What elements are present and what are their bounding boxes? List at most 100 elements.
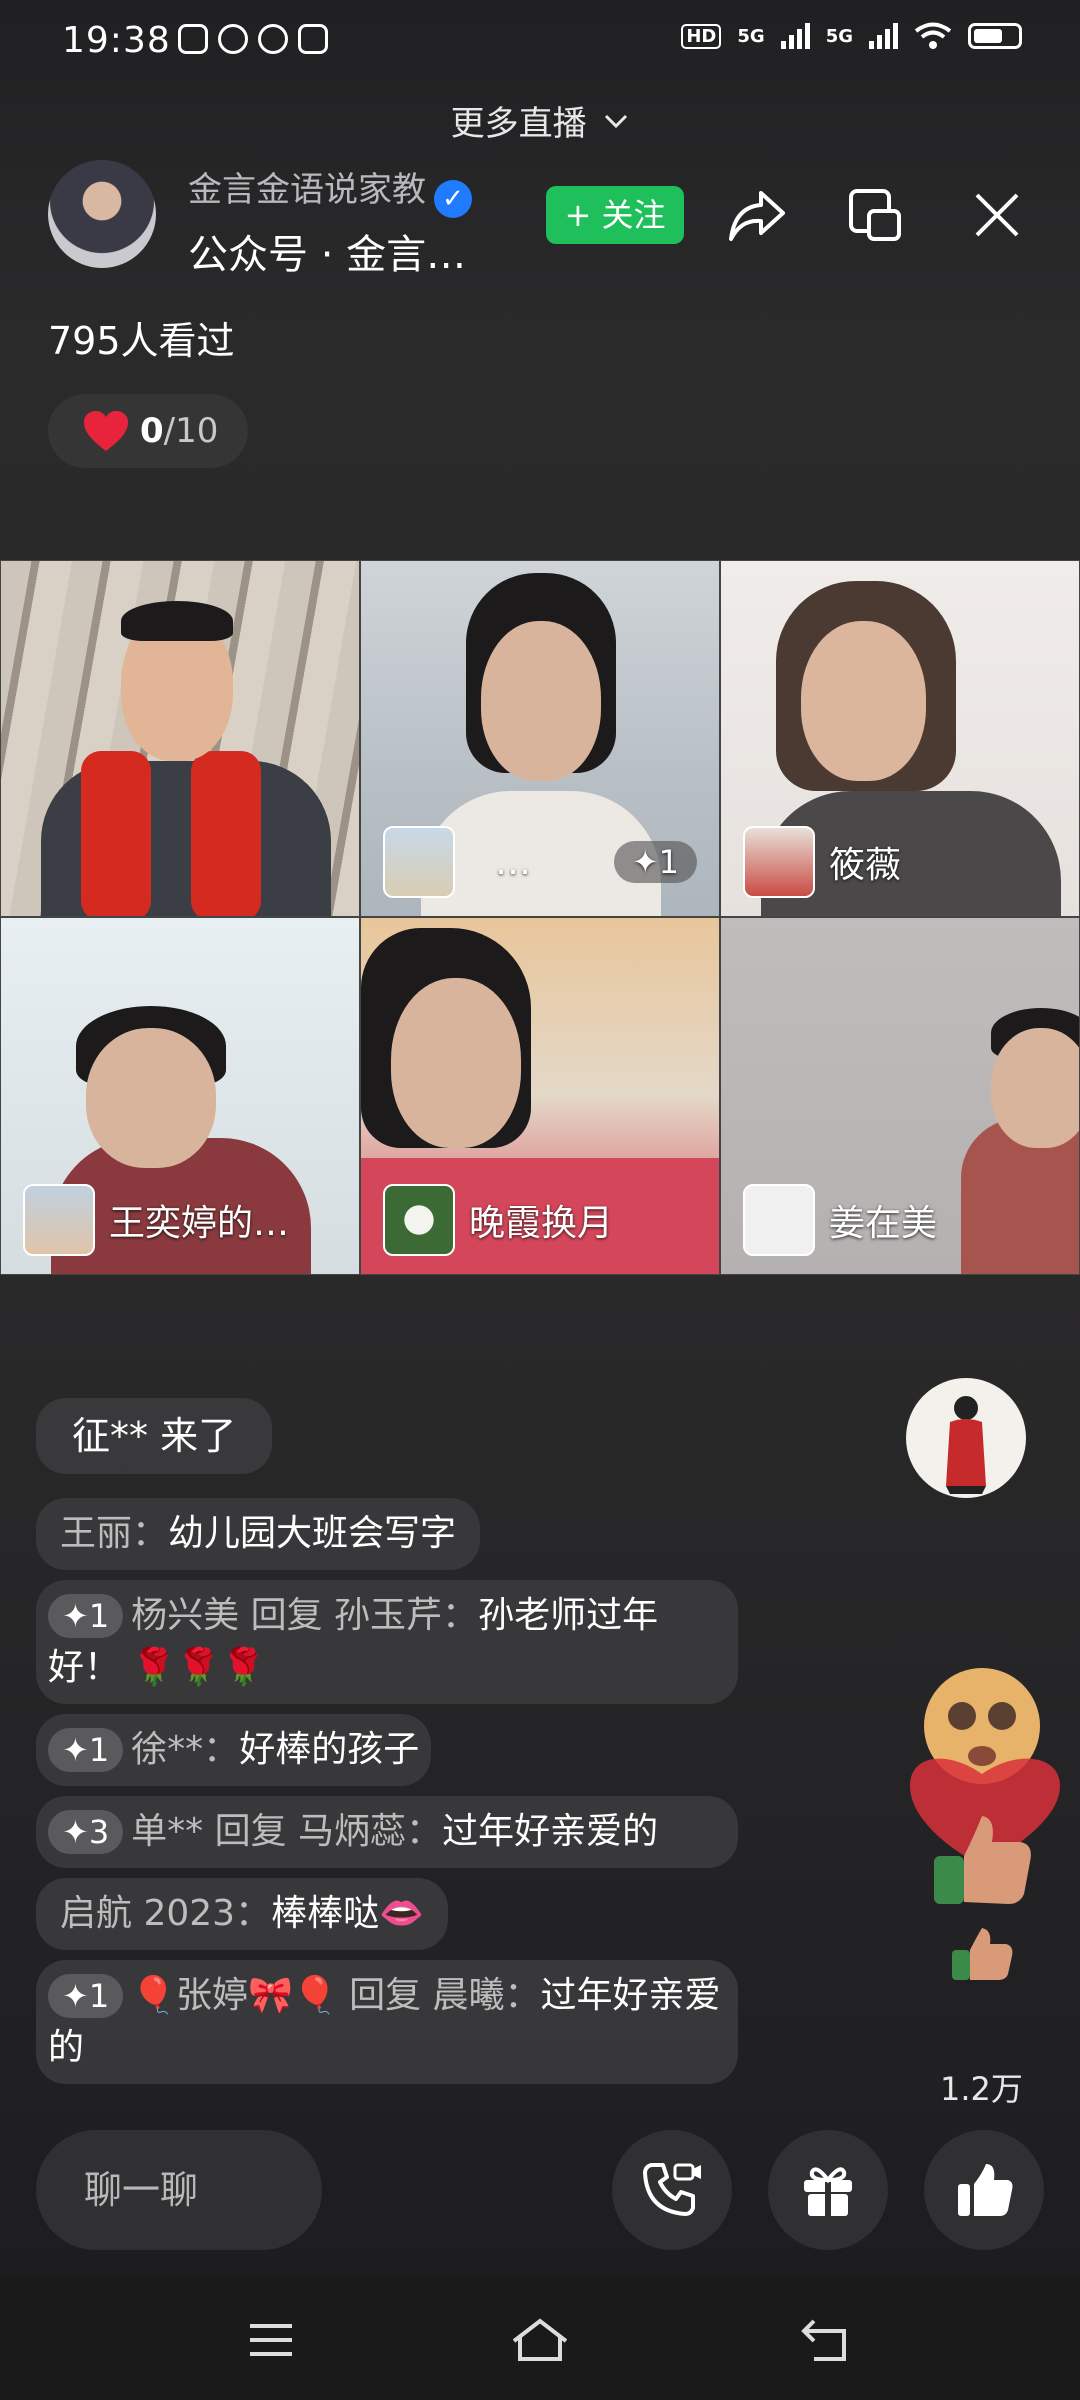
guest1-name: …: [495, 841, 531, 883]
guest4-label: 晚霞换月: [383, 1184, 613, 1256]
picture-in-picture-icon: [849, 189, 901, 241]
chat-message[interactable]: 启航 2023：棒棒哒👄: [36, 1878, 776, 1960]
guest2-face: [801, 621, 926, 781]
likes-progress[interactable]: 0/10: [48, 394, 248, 468]
video-tile-host[interactable]: [0, 560, 360, 917]
likes-total: /10: [163, 411, 219, 451]
heart-icon: [84, 411, 128, 451]
guest4-face: [391, 978, 521, 1148]
top-background: [0, 0, 1080, 560]
video-tile-guest-2[interactable]: 筱薇: [720, 560, 1080, 917]
host-subtitle: 公众号 · 金言…: [188, 232, 467, 278]
system-nav-bar: [0, 2275, 1080, 2400]
chat-nick: 启航 2023：: [60, 1893, 272, 1934]
close-button[interactable]: [962, 180, 1032, 250]
chat-input[interactable]: 聊一聊: [36, 2130, 322, 2250]
chat-nick: 徐**：: [131, 1729, 240, 1770]
wifi-icon: [914, 22, 952, 49]
chat-text: 过年好亲爱的: [442, 1811, 659, 1852]
join-notice-row: 征** 来了: [36, 1398, 776, 1484]
phone-video-icon: [643, 2163, 701, 2216]
chat-badge: ✦1: [48, 1728, 124, 1772]
back-icon: [801, 2319, 846, 2361]
red-scarf-right: [191, 751, 261, 916]
menu-nav-button[interactable]: [236, 2305, 306, 2375]
chat-text: 好棒的孩子: [239, 1729, 420, 1770]
more-live-dropdown[interactable]: 更多直播: [0, 96, 1080, 145]
video-call-button[interactable]: [612, 2130, 732, 2250]
like-animation-icon: [910, 1668, 1060, 1980]
guest2-mini-avatar: [743, 826, 815, 898]
host-avatar[interactable]: [48, 160, 156, 268]
guest4-mini-avatar: [383, 1184, 455, 1256]
viewer-avatar[interactable]: [906, 1378, 1026, 1498]
chat-text: 幼儿园大班会写字: [168, 1513, 457, 1554]
guest2-name: 筱薇: [829, 845, 902, 886]
browser-icon: [298, 24, 328, 54]
status-time: 19:38: [62, 20, 171, 61]
more-live-label: 更多直播: [450, 104, 587, 144]
chat-list[interactable]: 征** 来了 王丽：幼儿园大班会写字 ✦1 杨兴美 回复 孙玉芹：孙老师过年好！ …: [36, 1398, 776, 2094]
status-bar: 19:38 HD 5G 5G: [0, 0, 1080, 84]
video-tile-guest-1[interactable]: … ✦1: [360, 560, 720, 917]
chat-bubble: ✦3 单** 回复 马炳蕊：过年好亲爱的: [36, 1796, 738, 1868]
host-hair: [121, 601, 233, 641]
back-nav-button[interactable]: [790, 2305, 860, 2375]
chat-nick: 杨兴美 回复 孙玉芹：: [131, 1595, 479, 1636]
guest1-mini-avatar: [383, 826, 455, 898]
wechat-icon: [218, 24, 248, 54]
share-icon: [729, 191, 785, 241]
home-nav-button[interactable]: [505, 2305, 575, 2375]
video-app-icon: [258, 24, 288, 54]
guest3-name: 王奕婷的…: [109, 1203, 290, 1244]
chat-message[interactable]: ✦1 徐**：好棒的孩子: [36, 1714, 776, 1796]
likes-current: 0: [140, 411, 164, 451]
video-tile-guest-5[interactable]: 姜在美: [720, 917, 1080, 1275]
battery-icon: [968, 23, 1022, 49]
video-grid: … ✦1 筱薇 王奕婷的… 晚霞换月 姜在美: [0, 560, 1080, 1275]
gift-button[interactable]: [768, 2130, 888, 2250]
chat-text: 棒棒哒👄: [271, 1893, 424, 1934]
guest4-name: 晚霞换月: [469, 1203, 614, 1244]
chat-nick: 王丽：: [60, 1513, 169, 1554]
guest5-name: 姜在美: [829, 1203, 938, 1244]
guest5-face: [991, 1028, 1079, 1148]
thumbs-up-icon: [958, 2164, 1013, 2216]
chat-bubble: ✦1 徐**：好棒的孩子: [36, 1714, 432, 1786]
chat-bubble: ✦1 🎈张婷🎀🎈 回复 晨曦：过年好亲爱的: [36, 1960, 738, 2084]
net1-label: 5G: [737, 25, 765, 47]
status-indicators: HD 5G 5G: [681, 22, 1022, 50]
like-button[interactable]: [924, 2130, 1044, 2250]
net2-label: 5G: [825, 25, 853, 47]
guest2-label: 筱薇: [743, 826, 901, 898]
chat-badge: ✦1: [48, 1974, 124, 2018]
chat-message[interactable]: 王丽：幼儿园大班会写字: [36, 1498, 776, 1580]
follow-button[interactable]: + 关注: [546, 186, 684, 244]
chat-bubble: 王丽：幼儿园大班会写字: [36, 1498, 481, 1570]
float-window-button[interactable]: [840, 180, 910, 250]
red-scarf: [81, 751, 151, 916]
share-button[interactable]: [722, 180, 792, 250]
scissor-app-icon: [178, 24, 208, 54]
verified-icon: ✓: [434, 180, 472, 218]
join-notice: 征** 来了: [36, 1398, 273, 1474]
guest1-face: [481, 621, 601, 781]
home-icon: [512, 2318, 568, 2361]
like-count: 1.2万: [940, 2070, 1023, 2108]
chat-nick: 🎈张婷🎀🎈 回复 晨曦：: [131, 1975, 541, 2016]
video-tile-guest-3[interactable]: 王奕婷的…: [0, 917, 360, 1275]
host-name-row[interactable]: 金言金语说家教 ✓: [188, 162, 472, 218]
video-tile-guest-4[interactable]: 晚霞换月: [360, 917, 720, 1275]
chevron-down-icon: [605, 114, 628, 129]
close-icon: [975, 193, 1019, 237]
guest3-face: [86, 1028, 216, 1168]
guest5-label: 姜在美: [743, 1184, 937, 1256]
chat-message[interactable]: ✦3 单** 回复 马炳蕊：过年好亲爱的: [36, 1796, 776, 1878]
chat-nick: 单** 回复 马炳蕊：: [131, 1811, 443, 1852]
chat-message[interactable]: ✦1 杨兴美 回复 孙玉芹：孙老师过年好！ 🌹🌹🌹: [36, 1580, 776, 1714]
guest1-badge: ✦1: [613, 841, 697, 883]
guest1-label: … ✦1: [383, 826, 697, 898]
gift-icon: [804, 2167, 852, 2216]
chat-message[interactable]: ✦1 🎈张婷🎀🎈 回复 晨曦：过年好亲爱的: [36, 1960, 776, 2094]
chat-bubble: 启航 2023：棒棒哒👄: [36, 1878, 448, 1950]
